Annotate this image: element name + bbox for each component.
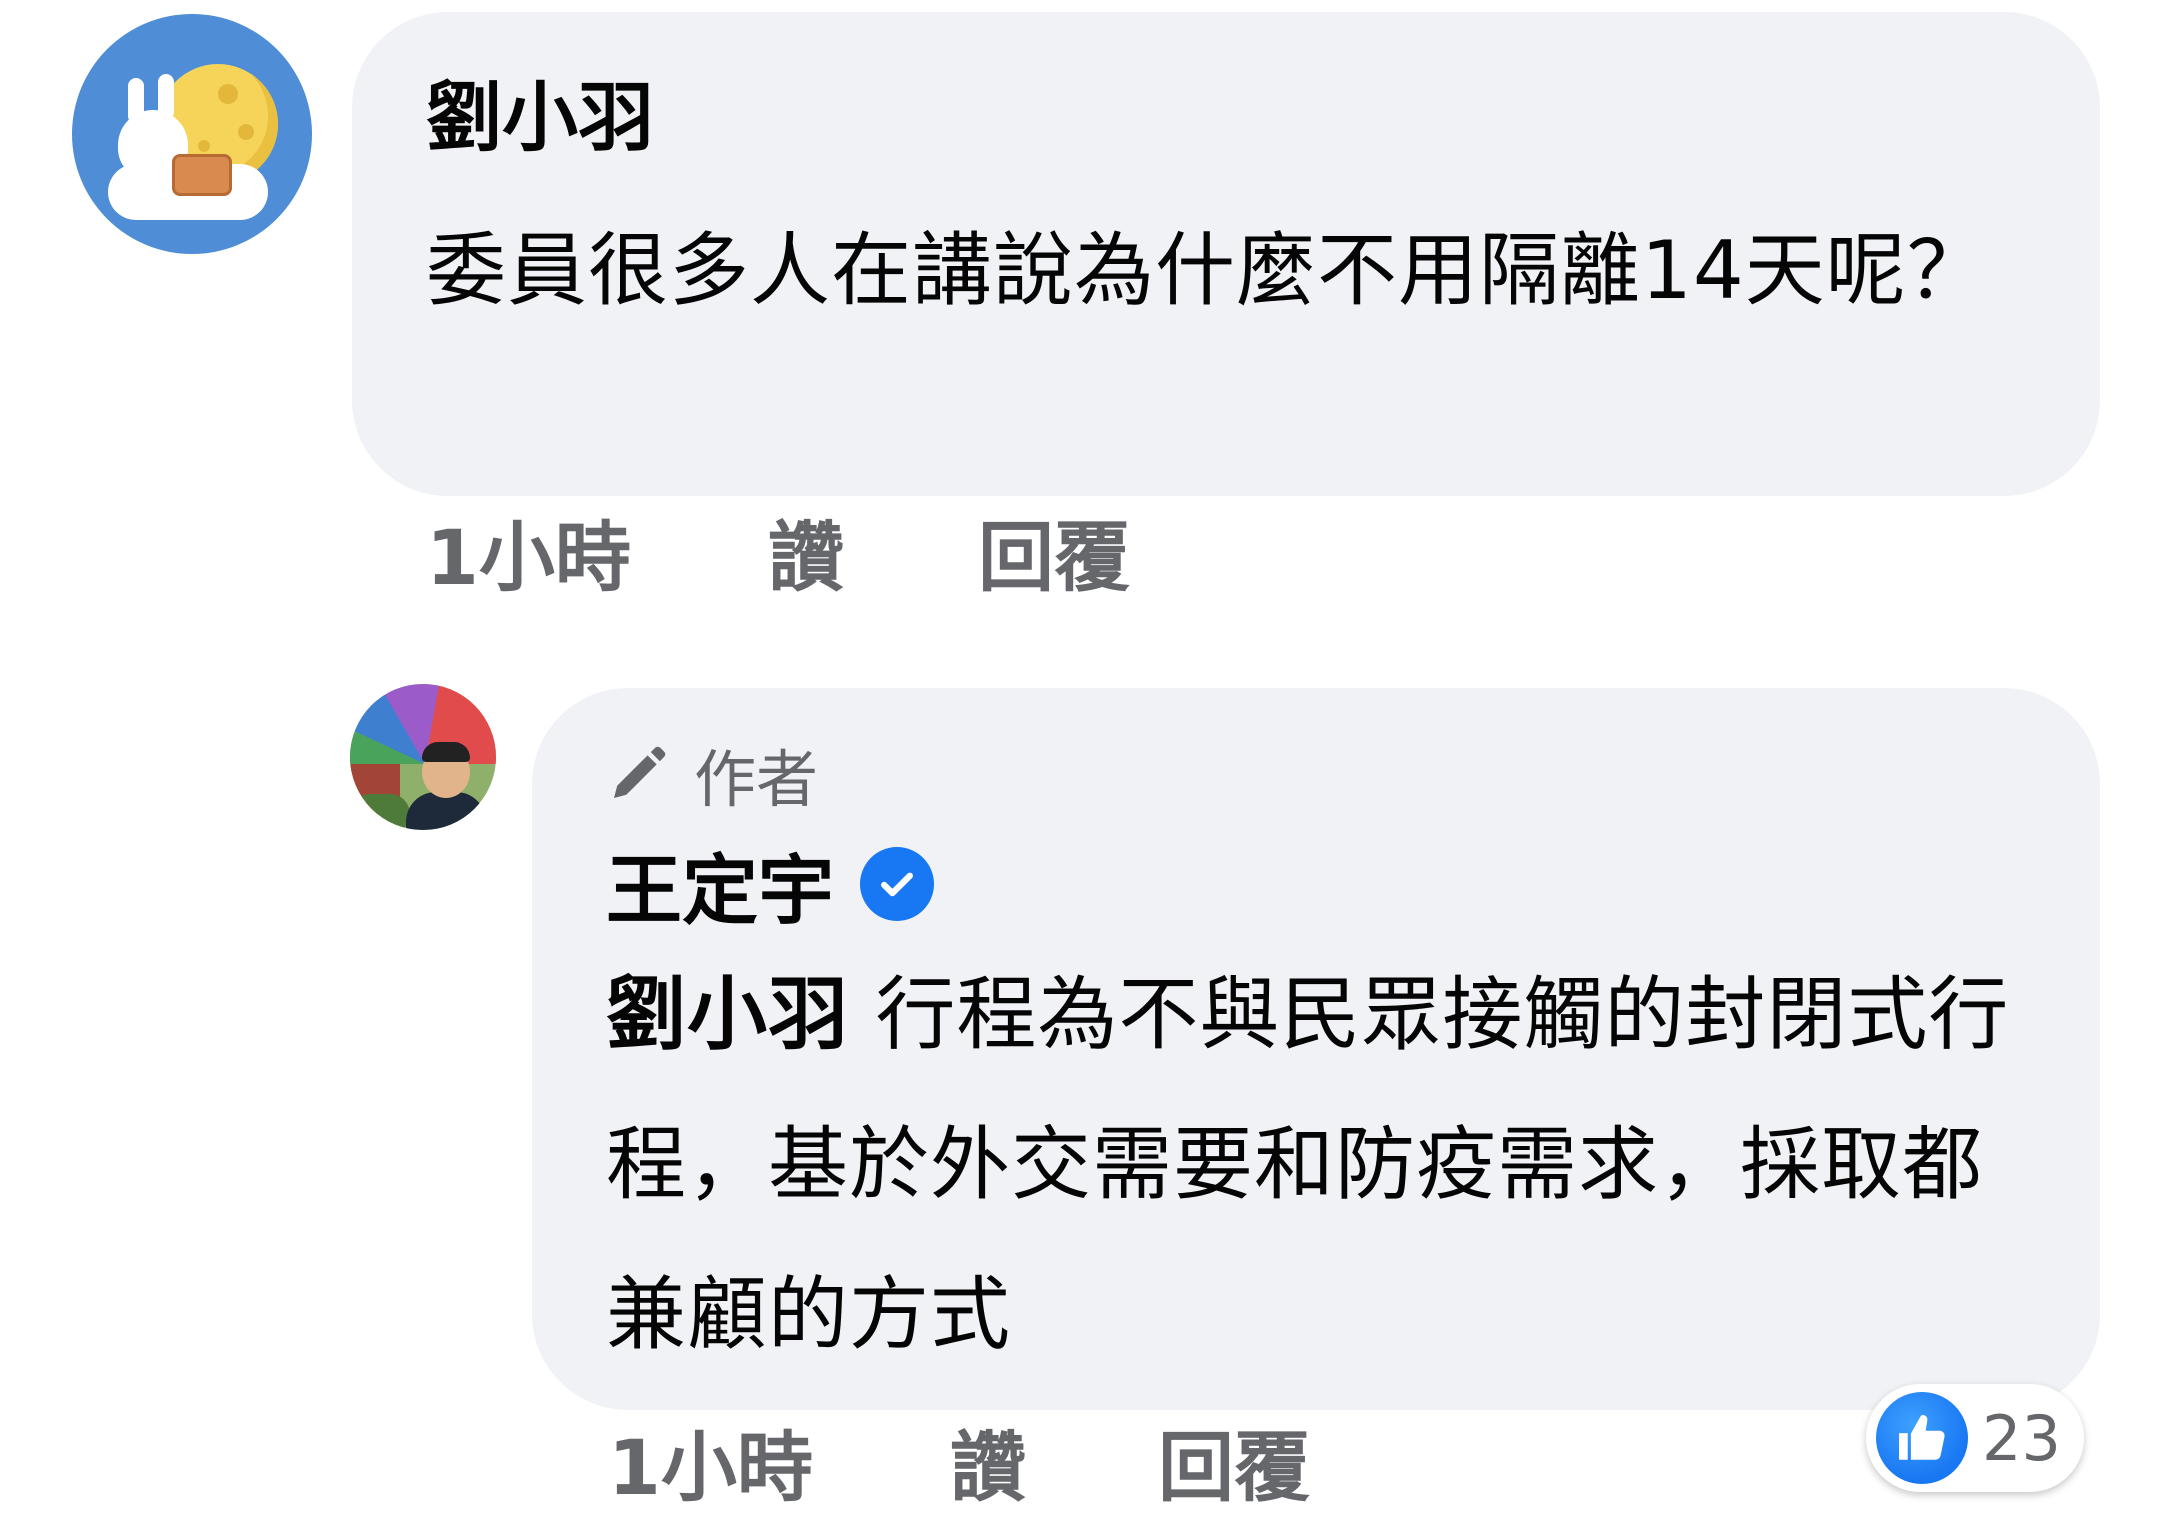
reply-author-name[interactable]: 王定宇 xyxy=(606,829,834,939)
comment-reply-button[interactable]: 回覆 xyxy=(978,508,1130,608)
comment-like-button[interactable]: 讚 xyxy=(768,508,844,608)
reaction-summary[interactable]: 23 xyxy=(1866,1384,2084,1492)
commenter-name[interactable]: 劉小羽 xyxy=(426,64,654,172)
reply-timestamp[interactable]: 1小時 xyxy=(608,1418,813,1518)
author-badge-label: 作者 xyxy=(694,743,819,816)
author-badge: 作者 xyxy=(606,736,818,816)
comment-timestamp[interactable]: 1小時 xyxy=(426,508,631,608)
reply-author-row: 王定宇 xyxy=(606,836,934,935)
comment-text: 委員很多人在講說為什麼不用隔離14天呢？ xyxy=(426,224,1988,317)
verified-check-icon xyxy=(860,847,934,921)
commenter-avatar[interactable] xyxy=(72,14,312,254)
author-avatar[interactable] xyxy=(350,684,496,830)
reply-text: 劉小羽 行程為不與民眾接觸的封閉式行程，基於外交需要和防疫需求，採取都兼顧的方式 xyxy=(606,940,2046,1390)
reply-reply-button[interactable]: 回覆 xyxy=(1158,1418,1310,1518)
reaction-count: 23 xyxy=(1982,1401,2061,1475)
mooncake-illustration xyxy=(172,154,232,196)
pencil-icon xyxy=(614,746,666,798)
mention-link[interactable]: 劉小羽 xyxy=(606,968,849,1061)
reply-like-button[interactable]: 讚 xyxy=(950,1418,1026,1518)
thumbs-up-icon xyxy=(1876,1392,1968,1484)
